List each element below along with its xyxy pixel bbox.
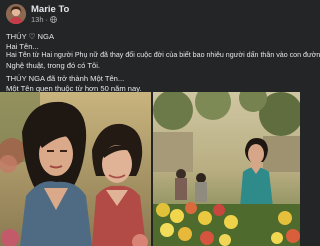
author-avatar[interactable]	[6, 4, 26, 24]
post-line: Hai Tên...	[6, 41, 39, 51]
post-line: Nghệ thuật, trong đó có Tôi.	[6, 60, 100, 70]
post-line: THÚY NGA đã trở thành Một Tên...	[6, 74, 125, 84]
author-name[interactable]: Marie To	[31, 4, 69, 15]
post-photo-garden[interactable]	[153, 92, 300, 246]
post-time[interactable]: 13h	[31, 15, 44, 24]
facebook-post: Marie To 13h · THÚY ♡ NGA Hai Tên... Hai…	[0, 0, 320, 246]
globe-icon[interactable]	[50, 16, 57, 23]
post-photo-portrait[interactable]	[0, 92, 151, 246]
post-meta: 13h ·	[31, 15, 57, 24]
post-line-title: THÚY ♡ NGA	[6, 32, 55, 41]
post-line: Hai Tên từ Hai người Phụ nữ đã thay đổi …	[6, 51, 320, 60]
meta-separator: ·	[45, 15, 49, 24]
